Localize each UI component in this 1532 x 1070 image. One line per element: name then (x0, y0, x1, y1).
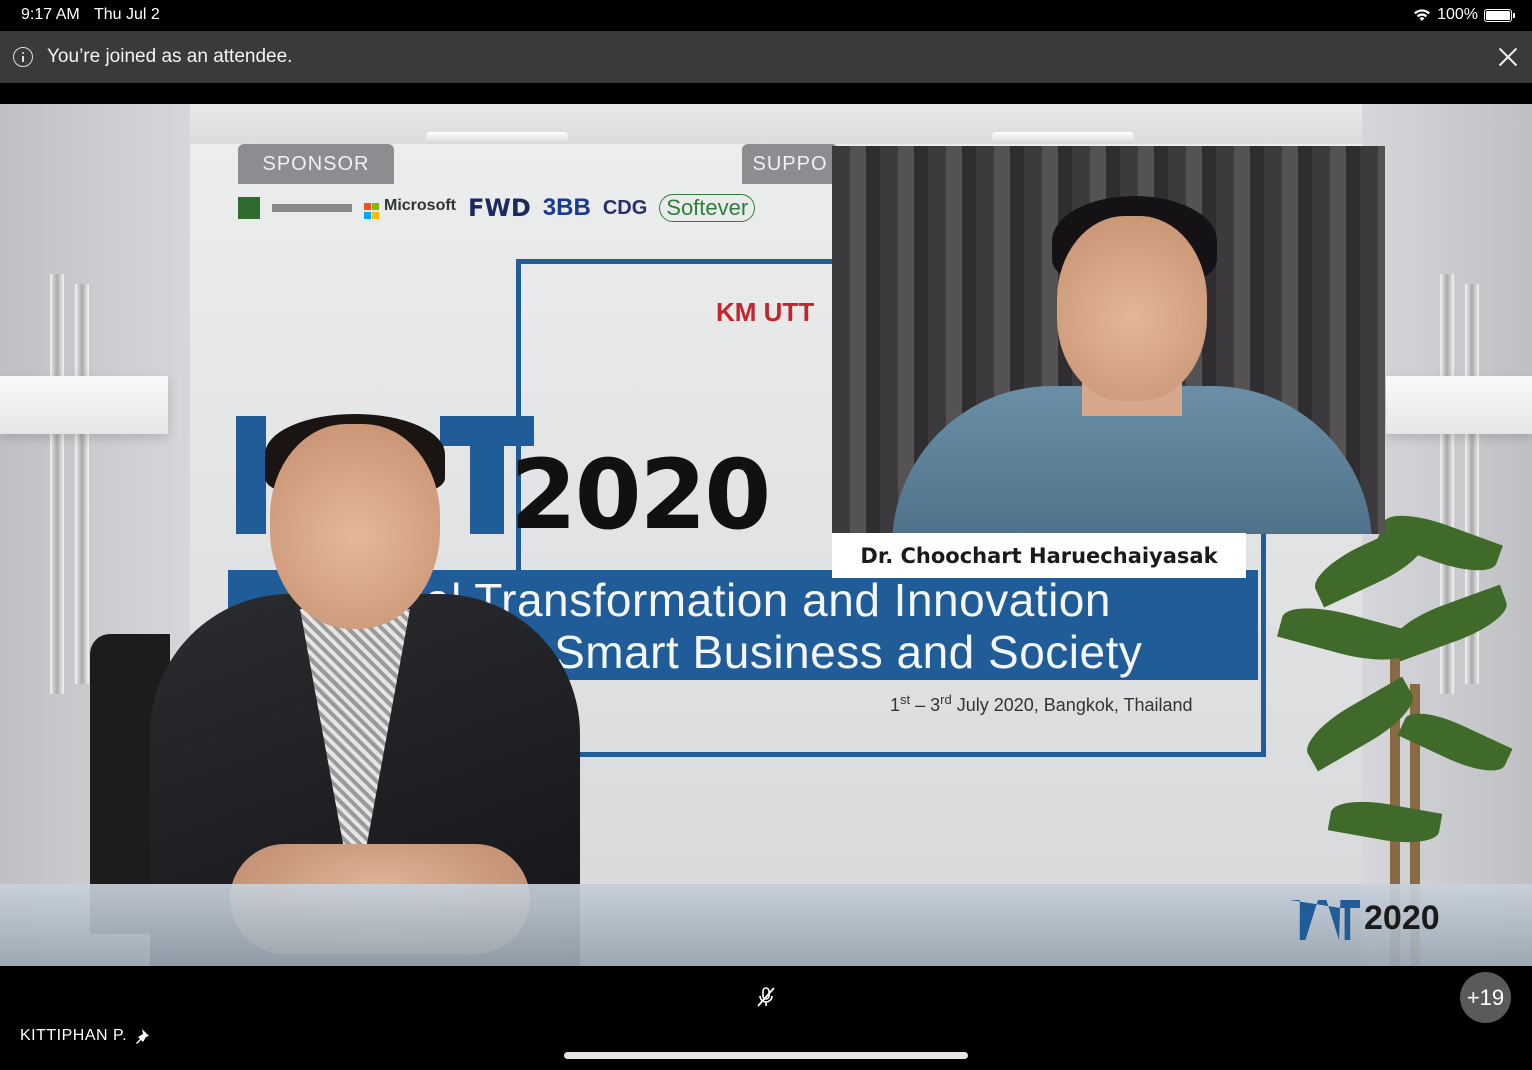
status-date: Thu Jul 2 (94, 6, 160, 23)
wall-sconce (75, 284, 89, 684)
event-dates: 1st – 3rd July 2020, Bangkok, Thailand (890, 692, 1193, 715)
backdrop-frame-right (1261, 534, 1266, 757)
sconce-shade (1386, 376, 1532, 434)
attendee-notice-banner: You’re joined as an attendee. (0, 31, 1532, 83)
self-name-label: KITTIPHAN P. (20, 1027, 128, 1044)
participant-name-label: Dr. Choochart Haruechaiyasak (832, 533, 1246, 578)
mic-muted-icon[interactable] (755, 986, 777, 1008)
home-indicator[interactable] (564, 1052, 968, 1059)
sponsor-3bb: 3BB (542, 194, 591, 221)
iait-floor-logo: 2020 (1290, 899, 1440, 941)
sponsor-microsoft: Microsoft (364, 197, 456, 219)
sponsor-logos: Microsoft FWD 3BB CDG Softever (238, 194, 756, 222)
sponsor-cdg: CDG (602, 196, 648, 219)
status-indicators: 100% (1413, 6, 1515, 24)
sponsor-tab: SPONSOR (238, 144, 394, 184)
sconce-shade (0, 376, 168, 434)
battery-icon (1484, 8, 1515, 22)
battery-percent: 100% (1437, 6, 1478, 23)
participant-video-tile[interactable] (832, 146, 1385, 534)
more-participants-button[interactable]: +19 (1460, 972, 1511, 1023)
status-bar: 9:17 AM Thu Jul 2 100% (0, 0, 1532, 31)
notice-text: You’re joined as an attendee. (47, 46, 293, 67)
kmutt-logo: KM UTT (716, 297, 815, 327)
microsoft-icon (364, 203, 380, 219)
banner-line-2: r Smart Business and Society (525, 626, 1143, 678)
pin-icon[interactable] (134, 1027, 154, 1047)
wall-sconce (50, 274, 64, 694)
support-tab: SUPPO (742, 144, 838, 184)
info-icon (13, 47, 33, 67)
sponsor-green-logo (238, 197, 260, 219)
status-time: 9:17 AM (21, 6, 80, 23)
ceiling (0, 104, 1532, 144)
participant-video (892, 176, 1372, 534)
battery-fill (1486, 10, 1510, 20)
sponsor-text-strip (272, 204, 352, 212)
wifi-icon (1414, 9, 1431, 21)
close-icon[interactable] (1496, 45, 1520, 69)
sponsor-fwd: FWD (468, 194, 531, 222)
sponsor-softever: Softever (659, 194, 756, 222)
backdrop-frame-bottom (516, 752, 1266, 757)
